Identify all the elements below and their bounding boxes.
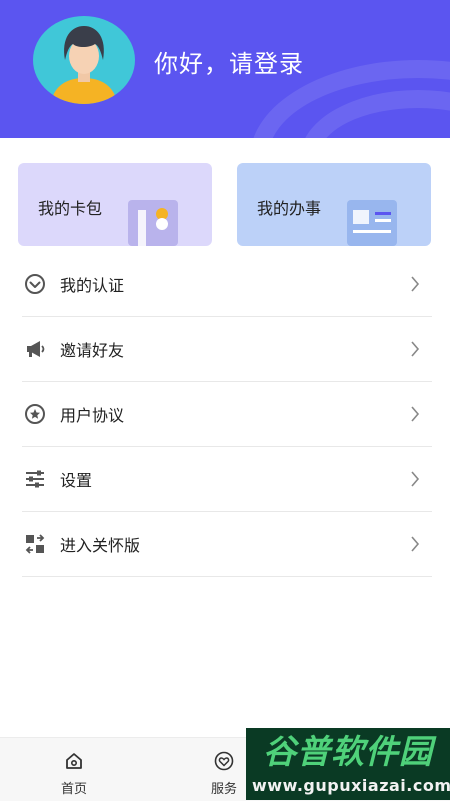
chevron-right-icon [411,471,420,487]
user-avatar[interactable] [33,16,135,104]
menu-item-settings[interactable]: 设置 [22,447,432,512]
my-affairs-label: 我的办事 [257,199,322,218]
chevron-right-icon [411,406,420,422]
home-icon [66,753,82,769]
profile-header: 你好，请登录 [0,0,450,138]
watermark-overlay: 谷普软件园 www.gupuxiazai.com [246,728,450,800]
menu-list: 我的认证 邀请好友 用户协议 设置 进入关怀版 [22,252,432,577]
user-avatar-icon [51,26,117,104]
chevron-right-icon [411,341,420,357]
menu-item-label: 进入关怀版 [60,536,141,555]
menu-item-label: 用户协议 [60,406,125,425]
my-affairs-card[interactable]: 我的办事 [237,163,431,246]
shield-check-icon [23,272,47,296]
menu-item-invite-friends[interactable]: 邀请好友 [22,317,432,382]
chevron-right-icon [411,536,420,552]
menu-item-my-certification[interactable]: 我的认证 [22,252,432,317]
menu-item-label: 我的认证 [60,276,125,295]
tab-home[interactable]: 首页 [19,738,129,801]
document-icon [347,200,397,246]
menu-item-label: 设置 [60,471,93,490]
watermark-logo: 谷普软件园 [263,732,433,771]
megaphone-icon [23,337,47,361]
tab-home-label: 首页 [60,782,87,797]
login-prompt[interactable]: 你好，请登录 [154,44,304,79]
star-badge-icon [23,402,47,426]
watermark-url: www.gupuxiazai.com [252,776,450,795]
switch-mode-icon [23,532,47,556]
card-wallet-icon [128,200,178,246]
my-wallet-label: 我的卡包 [38,199,103,218]
chevron-right-icon [411,276,420,292]
sliders-icon [23,467,47,491]
menu-item-care-mode[interactable]: 进入关怀版 [22,512,432,577]
menu-item-label: 邀请好友 [60,341,125,360]
menu-item-user-agreement[interactable]: 用户协议 [22,382,432,447]
heart-icon [214,751,234,771]
my-wallet-card[interactable]: 我的卡包 [18,163,212,246]
